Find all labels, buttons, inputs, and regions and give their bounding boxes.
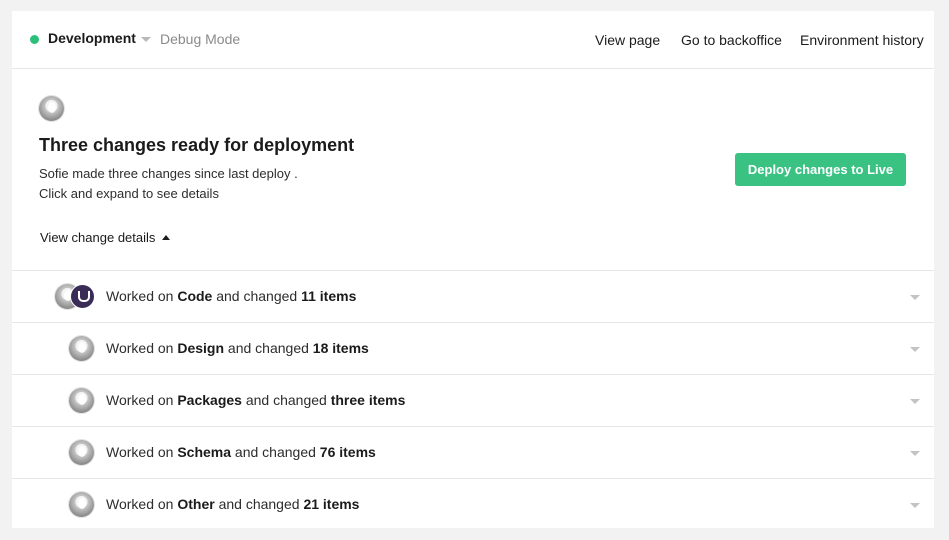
- change-row-schema[interactable]: Worked on Schema and changed 76 items: [12, 426, 934, 478]
- change-row-other[interactable]: Worked on Other and changed 21 items: [12, 478, 934, 530]
- change-row-design[interactable]: Worked on Design and changed 18 items: [12, 322, 934, 374]
- top-bar: Development Debug Mode View page Go to b…: [12, 11, 934, 69]
- user-avatar: [39, 96, 64, 121]
- environment-status-dot: [30, 35, 39, 44]
- debug-mode-label: Debug Mode: [160, 31, 241, 47]
- chevron-down-icon[interactable]: [910, 451, 920, 456]
- user-avatar: [69, 440, 94, 465]
- change-summary: Worked on Schema and changed 76 items: [106, 444, 376, 460]
- change-row-code[interactable]: Worked on Code and changed 11 items: [12, 270, 934, 322]
- user-avatar: [69, 492, 94, 517]
- chevron-down-icon[interactable]: [910, 295, 920, 300]
- page-title: Three changes ready for deployment: [39, 135, 355, 155]
- user-avatar: [69, 388, 94, 413]
- view-change-details-toggle[interactable]: View change details: [40, 230, 171, 245]
- user-avatar: [69, 336, 94, 361]
- change-list: Worked on Code and changed 11 items Work…: [12, 270, 934, 530]
- deploy-to-live-button[interactable]: Deploy changes to Live: [735, 153, 906, 186]
- chevron-down-icon[interactable]: [141, 37, 151, 42]
- change-summary: Worked on Code and changed 11 items: [106, 288, 357, 304]
- deployment-panel: Development Debug Mode View page Go to b…: [12, 11, 934, 528]
- environment-selector[interactable]: Development: [48, 30, 136, 46]
- change-summary: Worked on Design and changed 18 items: [106, 340, 369, 356]
- chevron-down-icon[interactable]: [910, 347, 920, 352]
- environment-history-link[interactable]: Environment history: [800, 32, 924, 48]
- change-row-packages[interactable]: Worked on Packages and changed three ite…: [12, 374, 934, 426]
- change-summary: Worked on Packages and changed three ite…: [106, 392, 406, 408]
- summary-description: Sofie made three changes since last depl…: [39, 166, 298, 181]
- change-summary: Worked on Other and changed 21 items: [106, 496, 360, 512]
- backoffice-link[interactable]: Go to backoffice: [681, 32, 782, 48]
- caret-up-icon: [162, 235, 171, 241]
- chevron-down-icon[interactable]: [910, 399, 920, 404]
- umbraco-logo-icon: [70, 284, 95, 309]
- summary-hint: Click and expand to see details: [39, 186, 219, 201]
- view-page-link[interactable]: View page: [595, 32, 660, 48]
- toggle-label: View change details: [40, 230, 156, 245]
- chevron-down-icon[interactable]: [910, 503, 920, 508]
